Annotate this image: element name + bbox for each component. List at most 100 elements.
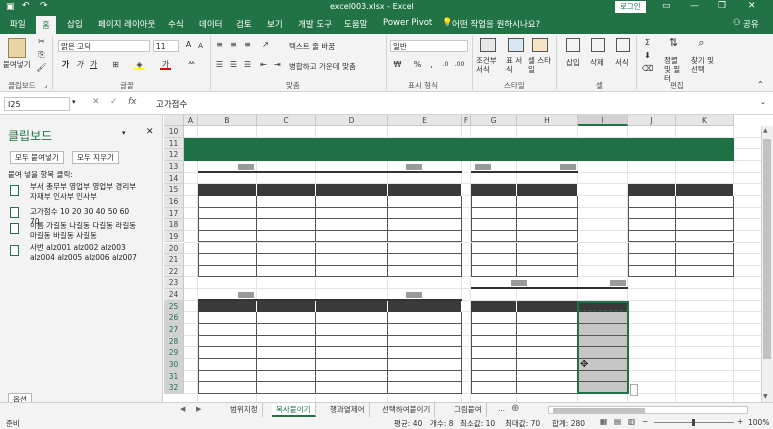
table-cell[interactable]: [257, 265, 316, 278]
name-box-dropdown-icon[interactable]: ▾: [72, 98, 76, 106]
table-cell[interactable]: [471, 382, 517, 394]
table-cell[interactable]: [257, 242, 316, 255]
table-cell[interactable]: [388, 359, 462, 371]
minimize-icon[interactable]: —: [690, 1, 699, 11]
table-cell[interactable]: [388, 254, 462, 266]
table-cell[interactable]: [676, 265, 734, 278]
row-header[interactable]: 16: [164, 195, 184, 208]
italic-icon[interactable]: 가: [74, 60, 85, 70]
page-layout-icon[interactable]: ▤: [614, 417, 621, 426]
clipboard-item[interactable]: 부서 총무부 영업부 영업부 경리부 자재부 인사부 인사부: [30, 182, 140, 202]
row-header[interactable]: 18: [164, 219, 184, 231]
tab-formulas[interactable]: 수식: [168, 18, 184, 30]
table-cell[interactable]: [517, 335, 578, 348]
column-header[interactable]: D: [316, 115, 388, 126]
table-cell[interactable]: [471, 347, 517, 359]
align-center-icon[interactable]: ☰: [228, 60, 239, 70]
zoom-level[interactable]: 100%: [748, 418, 769, 427]
table-cell[interactable]: [198, 207, 257, 220]
table-cell[interactable]: [628, 254, 676, 266]
table-cell[interactable]: [316, 324, 388, 336]
restore-icon[interactable]: ❐: [718, 1, 726, 11]
page-break-icon[interactable]: ▥: [628, 417, 635, 426]
table-cell[interactable]: [388, 242, 462, 255]
table-cell[interactable]: [316, 312, 388, 325]
scroll-down-icon[interactable]: ▼: [763, 393, 768, 400]
close-icon[interactable]: ✕: [748, 1, 756, 11]
tell-me-search[interactable]: 어떤 작업을 원하시나요?: [452, 18, 540, 30]
table-cell[interactable]: [471, 242, 517, 255]
table-cell[interactable]: [628, 265, 676, 278]
column-header[interactable]: B: [198, 115, 257, 126]
table-cell[interactable]: [471, 335, 517, 348]
sheet-tab-picture[interactable]: 그림붙여: [450, 403, 487, 417]
table-cell[interactable]: [257, 207, 316, 220]
table-cell[interactable]: [471, 207, 517, 220]
paste-options-button[interactable]: [630, 384, 638, 397]
column-header[interactable]: K: [676, 115, 734, 126]
table-cell[interactable]: [316, 335, 388, 348]
tab-home[interactable]: 홈: [36, 16, 56, 34]
row-header[interactable]: 32: [164, 382, 184, 394]
sheet-tab-copy-paste[interactable]: 복사붙이기: [272, 403, 316, 417]
table-cell[interactable]: [388, 312, 462, 325]
table-cell[interactable]: [471, 254, 517, 266]
row-header[interactable]: 11: [164, 137, 184, 150]
table-cell[interactable]: [316, 207, 388, 220]
table-cell[interactable]: [517, 370, 578, 383]
font-color-icon[interactable]: 가: [160, 60, 171, 70]
decrease-font-icon[interactable]: A: [195, 41, 206, 51]
format-painter-icon[interactable]: 🖌: [36, 63, 47, 73]
column-header[interactable]: F: [462, 115, 471, 126]
table-cell[interactable]: [517, 195, 578, 208]
row-header[interactable]: 28: [164, 335, 184, 348]
column-header[interactable]: I: [578, 115, 628, 126]
align-left-icon[interactable]: ☰: [214, 60, 225, 70]
table-cell[interactable]: [471, 359, 517, 371]
sort-filter-icon[interactable]: ⇅: [668, 37, 679, 48]
table-cell[interactable]: [676, 207, 734, 220]
sheet-tab-row-col[interactable]: 행과열제어: [326, 403, 370, 417]
table-cell[interactable]: [316, 219, 388, 231]
table-cell[interactable]: [517, 359, 578, 371]
table-cell[interactable]: [257, 370, 316, 383]
clipboard-item[interactable]: 사번 alz001 alz002 alz003 alz004 alz005 al…: [30, 243, 140, 263]
fill-icon[interactable]: ⬇: [642, 51, 653, 61]
table-cell[interactable]: [628, 219, 676, 231]
table-cell[interactable]: [388, 382, 462, 394]
redo-icon[interactable]: ↷: [40, 1, 48, 11]
decrease-indent-icon[interactable]: ⇤: [258, 60, 269, 70]
bold-icon[interactable]: 가: [60, 60, 71, 70]
table-cell[interactable]: [257, 359, 316, 371]
table-cell[interactable]: [388, 265, 462, 278]
normal-view-icon[interactable]: ▦: [600, 417, 607, 426]
save-icon[interactable]: ▣: [6, 2, 15, 12]
table-cell[interactable]: [517, 254, 578, 266]
percent-icon[interactable]: %: [412, 60, 423, 70]
table-cell[interactable]: [471, 230, 517, 243]
table-cell[interactable]: [676, 230, 734, 243]
format-table-button[interactable]: 표 서식: [506, 56, 528, 74]
table-cell[interactable]: [257, 195, 316, 208]
table-cell[interactable]: [628, 207, 676, 220]
table-cell[interactable]: [316, 382, 388, 394]
table-cell[interactable]: [316, 359, 388, 371]
table-cell[interactable]: [388, 335, 462, 348]
table-cell[interactable]: [316, 370, 388, 383]
tab-page-layout[interactable]: 페이지 레이아웃: [98, 18, 155, 30]
column-header[interactable]: E: [388, 115, 462, 126]
insert-cells-button[interactable]: 삽입: [566, 58, 580, 67]
row-header[interactable]: 10: [164, 126, 184, 138]
scroll-thumb[interactable]: [763, 139, 771, 359]
number-format-dropdown[interactable]: 일반: [390, 40, 468, 52]
name-box[interactable]: I25: [4, 97, 70, 111]
tab-developer[interactable]: 개발 도구: [298, 18, 332, 30]
ribbon-display-icon[interactable]: ▭: [662, 1, 671, 11]
table-cell[interactable]: [316, 347, 388, 359]
table-cell[interactable]: [316, 230, 388, 243]
row-header[interactable]: 24: [164, 289, 184, 301]
format-table-icon[interactable]: [508, 38, 524, 52]
zoom-in-icon[interactable]: +: [737, 417, 743, 426]
cut-icon[interactable]: ✂: [36, 37, 47, 47]
tab-help[interactable]: 도움말: [344, 18, 367, 30]
